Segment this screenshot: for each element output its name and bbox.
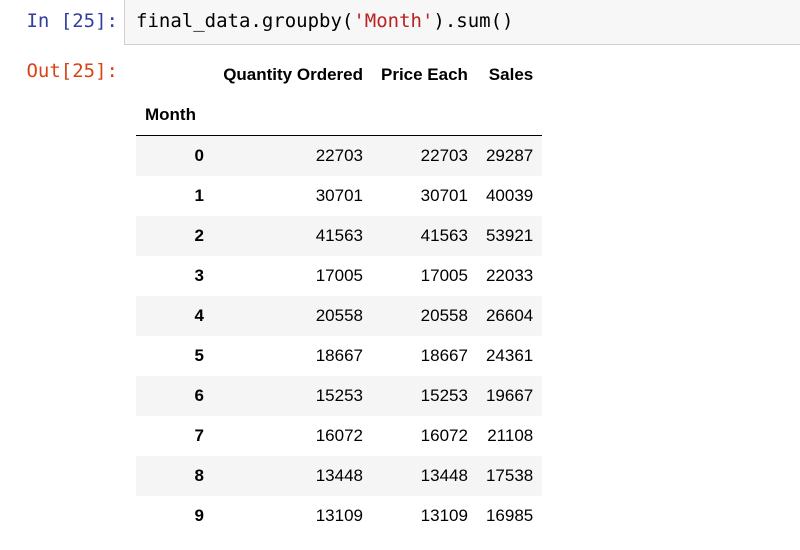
dataframe-output-table: Quantity Ordered Price Each Sales Month … (136, 55, 543, 536)
cell-quantity-ordered: 15253 (315, 385, 363, 405)
cell-sales: 22033 (485, 265, 534, 285)
cell-sales: 16985 (485, 505, 534, 525)
table-row: 8 13448 13448 17538 (136, 455, 543, 496)
cell-quantity-ordered: 41563 (315, 225, 363, 245)
cell-price-each: 20558 (420, 305, 468, 325)
index-name-header: Month (145, 105, 196, 124)
column-header-sales: Sales (488, 65, 534, 84)
cell-sales: 17538 (485, 465, 534, 485)
table-row: 5 18667 18667 24361 (136, 336, 542, 376)
cell-price-each: 41563 (420, 225, 468, 245)
cell-quantity-ordered: 22703 (315, 145, 363, 165)
cell-quantity-ordered: 20558 (315, 305, 363, 325)
cell-sales: 40039 (485, 185, 534, 205)
cell-price-each: 16072 (420, 425, 468, 445)
table-row: 7 16072 16072 21108 (136, 416, 542, 456)
row-index-cell: 7 (194, 425, 204, 445)
cell-sales: 19667 (485, 385, 534, 405)
code-cell-input[interactable]: final_data.groupby('Month').sum() (124, 0, 800, 45)
code-prefix: final_data.groupby( (136, 10, 354, 32)
table-row: 0 22703 22703 29287 (136, 135, 543, 176)
output-prompt: Out[25]: (26, 60, 118, 82)
input-prompt: In [25]: (26, 10, 118, 32)
table-row: 2 41563 41563 53921 (136, 215, 543, 256)
column-header-price-each: Price Each (381, 65, 468, 84)
table-row: 3 17005 17005 22033 (136, 256, 542, 296)
row-index-cell: 6 (194, 385, 204, 405)
cell-sales: 26604 (485, 305, 534, 325)
cell-quantity-ordered: 18667 (315, 345, 363, 365)
row-index-cell: 5 (194, 345, 204, 365)
cell-quantity-ordered: 30701 (315, 185, 363, 205)
cell-quantity-ordered: 13448 (315, 465, 363, 485)
index-header-row: Month (136, 95, 543, 136)
table-row: 9 13109 13109 16985 (136, 496, 542, 536)
cell-price-each: 17005 (420, 265, 468, 285)
cell-price-each: 30701 (420, 185, 468, 205)
code-string-arg: 'Month' (353, 10, 434, 32)
cell-price-each: 13448 (420, 465, 468, 485)
table-row: 6 15253 15253 19667 (136, 375, 543, 416)
cell-sales: 24361 (485, 345, 534, 365)
column-header-blank (136, 55, 214, 95)
table-row: 4 20558 20558 26604 (136, 295, 543, 336)
cell-price-each: 13109 (420, 505, 468, 525)
cell-quantity-ordered: 13109 (315, 505, 363, 525)
cell-sales: 21108 (487, 425, 534, 445)
row-index-cell: 1 (194, 185, 204, 205)
cell-sales: 29287 (485, 145, 534, 165)
cell-price-each: 18667 (420, 345, 468, 365)
table-row: 1 30701 30701 40039 (136, 176, 542, 216)
code-text[interactable]: final_data.groupby('Month').sum() (136, 10, 514, 32)
cell-quantity-ordered: 17005 (315, 265, 363, 285)
row-index-cell: 2 (194, 225, 204, 245)
cell-price-each: 15253 (420, 385, 468, 405)
row-index-cell: 3 (194, 265, 204, 285)
row-index-cell: 8 (194, 465, 204, 485)
column-header-row: Quantity Ordered Price Each Sales (136, 55, 542, 95)
row-index-cell: 9 (194, 505, 204, 525)
code-suffix: ).sum() (433, 10, 514, 32)
row-index-cell: 0 (194, 145, 204, 165)
cell-sales: 53921 (485, 225, 534, 245)
row-index-cell: 4 (194, 305, 204, 325)
dataframe-body: 0 22703 22703 29287 1 30701 30701 40039 2 41563 41… (136, 135, 543, 536)
cell-price-each: 22703 (420, 145, 468, 165)
column-header-quantity-ordered: Quantity Ordered (223, 65, 363, 84)
cell-quantity-ordered: 16072 (315, 425, 363, 445)
